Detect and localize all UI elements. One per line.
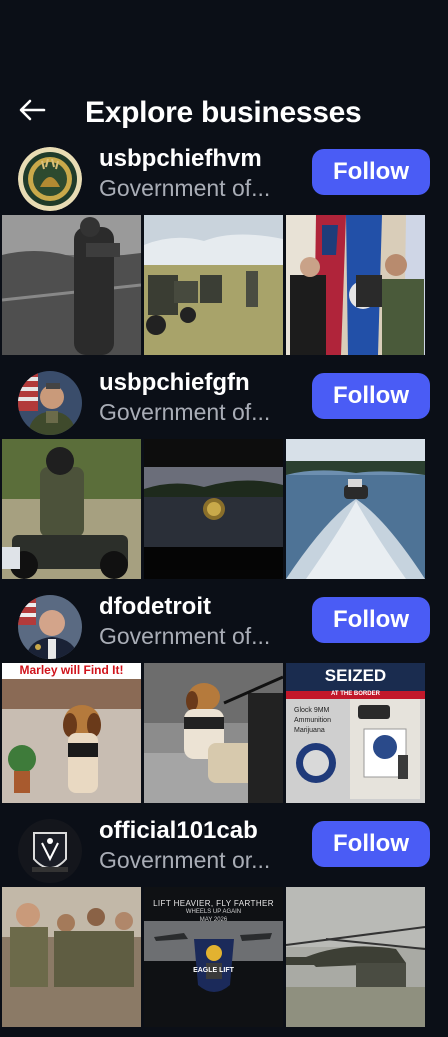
post-thumbnail[interactable]	[286, 887, 425, 1027]
avatar[interactable]	[18, 819, 82, 883]
follow-button[interactable]: Follow	[312, 821, 430, 867]
business-category: Government of...	[99, 623, 271, 649]
avatar[interactable]	[18, 595, 82, 659]
seized-item: Marijuana	[294, 727, 325, 734]
business-username[interactable]: usbpchiefhvm	[99, 145, 262, 173]
post-thumbnail[interactable]	[286, 439, 425, 579]
eagle-badge-text: EAGLE LIFT	[193, 967, 234, 974]
post-thumbnail[interactable]	[2, 439, 141, 579]
avatar[interactable]	[18, 371, 82, 435]
post-thumbnail[interactable]	[144, 439, 283, 579]
seized-item: Ammunition	[294, 717, 331, 724]
wheels-caption: WHEELS UP AGAIN	[185, 909, 242, 915]
avatar[interactable]	[18, 147, 82, 211]
back-arrow-icon[interactable]	[16, 94, 48, 126]
post-thumbnail[interactable]	[144, 663, 283, 803]
business-card: official101cab Government or... Follow L…	[0, 813, 448, 1037]
seized-subtitle: AT THE BORDER	[331, 691, 380, 697]
post-thumbnail[interactable]	[2, 887, 141, 1027]
business-category: Government or...	[99, 847, 271, 873]
business-category: Government of...	[99, 399, 271, 425]
seized-title: SEIZED	[324, 666, 387, 685]
page-title: Explore businesses	[85, 96, 362, 129]
lift-caption: LIFT HEAVIER, FLY FARTHER	[153, 899, 274, 908]
post-thumbnail[interactable]: LIFT HEAVIER, FLY FARTHER WHEELS UP AGAI…	[144, 887, 283, 1027]
follow-button[interactable]: Follow	[312, 373, 430, 419]
business-username[interactable]: usbpchiefgfn	[99, 369, 250, 397]
post-thumbnail[interactable]: SEIZED AT THE BORDER Glock 9MM Ammunitio…	[286, 663, 425, 803]
seized-item: Glock 9MM	[294, 707, 330, 714]
post-thumbnail[interactable]	[2, 215, 141, 355]
header: Explore businesses	[0, 86, 448, 142]
business-card: usbpchiefgfn Government of... Follow	[0, 365, 448, 589]
follow-button[interactable]: Follow	[312, 149, 430, 195]
post-thumbnail[interactable]: Marley will Find It!	[2, 663, 141, 803]
thumbnail-caption: Marley will Find It!	[19, 663, 124, 677]
business-category: Government of...	[99, 175, 271, 201]
follow-button[interactable]: Follow	[312, 597, 430, 643]
date-caption: MAY 2026	[199, 917, 228, 923]
business-card: usbpchiefhvm Government of... Follow	[0, 141, 448, 365]
business-card: dfodetroit Government of... Follow Marle…	[0, 589, 448, 813]
business-username[interactable]: official101cab	[99, 817, 258, 845]
business-username[interactable]: dfodetroit	[99, 593, 211, 621]
post-thumbnail[interactable]	[144, 215, 283, 355]
post-thumbnail[interactable]	[286, 215, 425, 355]
